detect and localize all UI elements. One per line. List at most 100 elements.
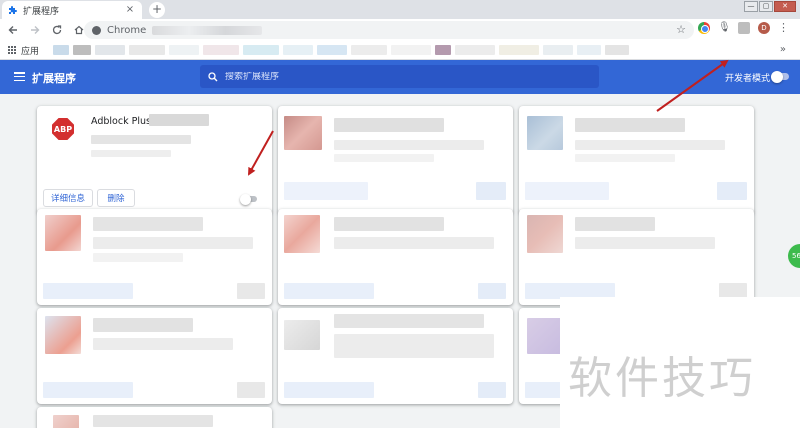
tab-close-icon[interactable]: × <box>124 4 136 16</box>
bookmark-item[interactable] <box>351 45 388 55</box>
details-button-blurred[interactable] <box>284 382 374 398</box>
remove-button[interactable]: 删除 <box>97 189 135 207</box>
extensions-header: 扩展程序 开发者模式 <box>0 60 800 94</box>
url-scheme: Chrome <box>107 24 147 36</box>
new-tab-button[interactable]: + <box>149 2 165 18</box>
extension-description-blurred <box>334 140 484 150</box>
extension-name-blurred <box>149 114 209 126</box>
extension-card <box>278 308 513 404</box>
details-button-blurred[interactable] <box>43 382 133 398</box>
extension-description-blurred <box>93 338 233 350</box>
toggle-blurred[interactable] <box>478 382 506 398</box>
forward-arrow-icon <box>31 26 40 34</box>
bookmark-item[interactable] <box>605 45 630 55</box>
window-controls: — ▢ ✕ <box>744 1 796 12</box>
bookmarks-more-icon[interactable]: » <box>780 44 786 55</box>
bookmark-item[interactable] <box>317 45 348 55</box>
developer-mode-label: 开发者模式 <box>725 74 771 84</box>
toggle-blurred[interactable] <box>717 182 747 200</box>
back-button[interactable] <box>4 21 22 39</box>
extension-icon-blurred <box>284 116 322 150</box>
bookmark-item[interactable] <box>203 45 240 55</box>
extension-card <box>37 308 272 404</box>
toggle-blurred[interactable] <box>237 382 265 398</box>
microphone-icon[interactable]: 🎙 <box>718 22 731 34</box>
extension-card-adblock-plus: ABP Adblock Plus - 详细信息 删除 <box>37 106 272 214</box>
chrome-extension-icon[interactable] <box>698 22 710 34</box>
extension-icon-blurred <box>284 320 320 350</box>
puzzle-icon <box>9 6 17 14</box>
bookmark-item[interactable] <box>577 45 602 55</box>
bookmark-item[interactable] <box>543 45 574 55</box>
menu-dots-icon[interactable]: ⋮ <box>778 22 789 34</box>
details-button-blurred[interactable] <box>284 283 374 299</box>
bookmarks-bar: 应用 » <box>0 41 800 60</box>
extension-description-blurred <box>334 334 494 358</box>
watermark-text: 软件技巧 <box>568 353 756 404</box>
details-button-blurred[interactable] <box>525 182 609 200</box>
adblock-plus-icon: ABP <box>52 118 74 140</box>
bookmark-item[interactable] <box>435 45 452 55</box>
bookmark-item[interactable] <box>455 45 496 55</box>
toggle-blurred[interactable] <box>478 283 506 299</box>
extension-description-blurred <box>93 237 253 249</box>
close-window-button[interactable]: ✕ <box>774 1 796 12</box>
extension-card <box>519 209 754 305</box>
profile-avatar[interactable]: D <box>758 22 770 34</box>
bookmark-item[interactable] <box>391 45 432 55</box>
extension-description-blurred <box>91 135 191 144</box>
extension-name-blurred <box>334 217 444 231</box>
url-blurred <box>152 25 263 35</box>
address-bar[interactable]: Chrome ☆ <box>84 21 694 39</box>
extension-card <box>519 106 754 214</box>
extension-name-blurred <box>334 314 484 328</box>
search-icon <box>208 71 218 81</box>
extension-name: Adblock Plus - <box>91 116 158 127</box>
details-button[interactable]: 详细信息 <box>43 189 93 207</box>
extension-description-blurred <box>334 237 494 249</box>
extension-icon-blurred <box>527 215 563 253</box>
bookmark-item[interactable] <box>283 45 314 55</box>
extension-icon-blurred <box>53 415 79 428</box>
extension-placeholder-icon[interactable] <box>738 22 750 34</box>
page-title: 扩展程序 <box>32 72 76 85</box>
reload-button[interactable] <box>48 21 66 39</box>
extension-icon-blurred <box>527 116 563 150</box>
search-input[interactable] <box>225 71 585 82</box>
site-info-icon[interactable] <box>92 25 101 35</box>
bookmark-item[interactable] <box>243 45 280 55</box>
extension-description-blurred <box>91 150 171 157</box>
extension-name-blurred <box>575 118 685 132</box>
tab-extensions[interactable]: 扩展程序 × <box>2 1 142 19</box>
toggle-blurred[interactable] <box>237 283 265 299</box>
forward-button[interactable] <box>26 21 44 39</box>
extension-icon-blurred <box>284 215 320 253</box>
bookmark-item[interactable] <box>129 45 166 55</box>
extension-icons: 🎙 D ⋮ <box>698 22 789 34</box>
extension-enable-toggle[interactable] <box>240 193 257 205</box>
extension-card <box>37 209 272 305</box>
extension-name-blurred <box>575 217 655 231</box>
hamburger-menu-icon[interactable] <box>14 72 25 81</box>
bookmark-item[interactable] <box>499 45 540 55</box>
extension-name-blurred <box>93 415 213 427</box>
apps-grid-icon[interactable] <box>8 45 17 55</box>
details-button-blurred[interactable] <box>284 182 368 200</box>
bookmark-item[interactable] <box>53 45 70 55</box>
bookmark-item[interactable] <box>73 45 92 55</box>
bookmark-item[interactable] <box>169 45 200 55</box>
extension-description-blurred <box>575 140 725 150</box>
home-icon <box>74 25 84 35</box>
toggle-blurred[interactable] <box>476 182 506 200</box>
extension-icon-blurred <box>527 318 561 354</box>
apps-label[interactable]: 应用 <box>21 44 39 57</box>
developer-mode-toggle[interactable] <box>771 70 789 83</box>
extension-name-blurred <box>93 318 193 332</box>
bookmark-item[interactable] <box>95 45 126 55</box>
details-button-blurred[interactable] <box>43 283 133 299</box>
minimize-button[interactable]: — <box>744 1 758 12</box>
search-box[interactable] <box>200 65 599 88</box>
bookmark-star-icon[interactable]: ☆ <box>676 23 686 36</box>
maximize-button[interactable]: ▢ <box>759 1 773 12</box>
extension-description-blurred <box>575 237 715 249</box>
